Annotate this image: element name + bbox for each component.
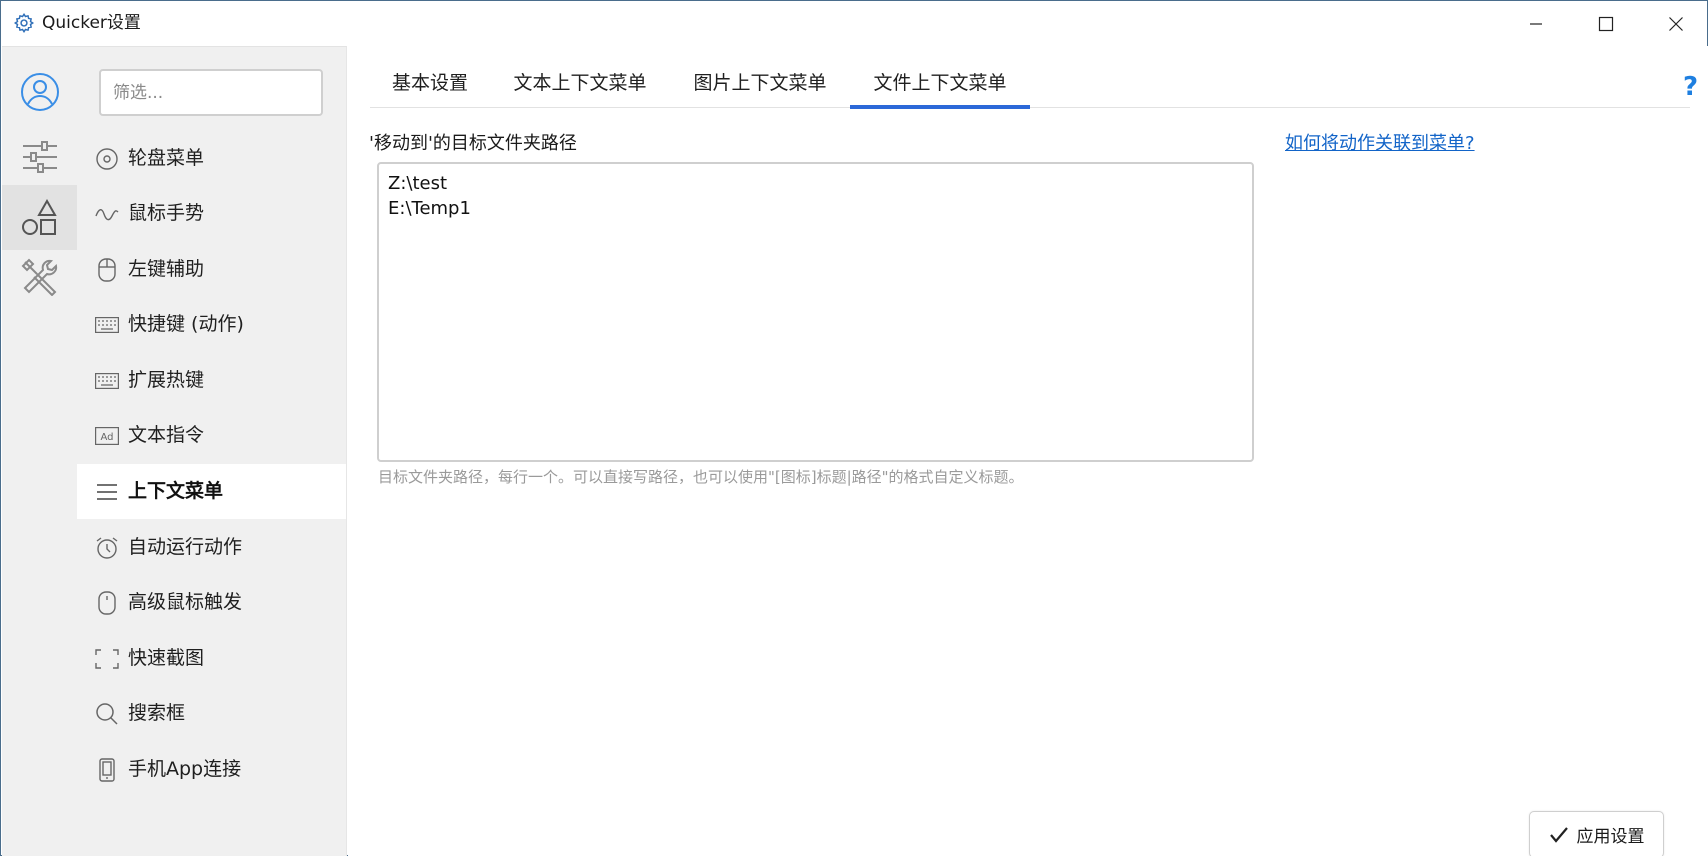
rail-account[interactable] (2, 59, 77, 124)
disc-icon (95, 147, 119, 171)
nav-item-advanced-mouse[interactable]: 高级鼠标触发 (77, 575, 346, 630)
apply-settings-label: 应用设置 (1576, 827, 1645, 847)
nav-item-label: 轮盘菜单 (128, 147, 205, 169)
nav-item-search-box[interactable]: 搜索框 (77, 686, 346, 741)
nav-item-hotkey-action[interactable]: 快捷键 (动作) (77, 297, 346, 352)
target-folder-paths-input[interactable] (377, 162, 1254, 462)
tab-text-context-menu[interactable]: 文本上下文菜单 (490, 54, 670, 108)
filter-input[interactable] (99, 69, 323, 116)
nav-item-text-command[interactable]: Ad 文本指令 (77, 408, 346, 463)
feature-nav: 轮盘菜单 鼠标手势 左键辅助 快捷键 (动作) 扩展热键 (77, 46, 347, 856)
main-content: 基本设置 文本上下文菜单 图片上下文菜单 文件上下文菜单 ? '移动到'的目标文… (348, 46, 1708, 856)
user-circle-icon (20, 72, 59, 111)
target-folder-hint: 目标文件夹路径，每行一个。可以直接写路径，也可以使用"[图标]标题|路径"的格式… (378, 468, 1024, 486)
screenshot-frame-icon (95, 647, 119, 671)
search-icon (95, 702, 119, 726)
check-icon (1549, 826, 1568, 843)
maximize-icon (1598, 16, 1614, 31)
rail-settings[interactable] (2, 124, 77, 189)
minimize-icon (1530, 22, 1542, 25)
close-icon (1669, 16, 1683, 31)
alarm-clock-icon (95, 536, 119, 560)
nav-item-label: 高级鼠标触发 (128, 591, 243, 613)
help-icon[interactable]: ? (1683, 72, 1698, 102)
nav-item-left-click-assist[interactable]: 左键辅助 (77, 242, 346, 297)
menu-lines-icon (95, 480, 119, 504)
mouse-icon (95, 591, 119, 615)
nav-item-label: 快捷键 (动作) (128, 313, 244, 335)
associate-action-help-link[interactable]: 如何将动作关联到菜单? (1285, 129, 1475, 155)
minimize-button[interactable] (1501, 1, 1571, 46)
tab-bar: 基本设置 文本上下文菜单 图片上下文菜单 文件上下文菜单 ? (370, 54, 1698, 109)
maximize-button[interactable] (1571, 1, 1641, 46)
nav-item-auto-run[interactable]: 自动运行动作 (77, 520, 346, 575)
tab-basic-settings[interactable]: 基本设置 (370, 54, 490, 108)
rail-tools[interactable] (2, 244, 77, 309)
nav-item-label: 鼠标手势 (128, 202, 205, 224)
apply-settings-button[interactable]: 应用设置 (1529, 811, 1664, 856)
nav-item-label: 扩展热键 (128, 369, 205, 391)
close-button[interactable] (1641, 1, 1708, 46)
tab-file-context-menu[interactable]: 文件上下文菜单 (850, 54, 1030, 109)
nav-item-phone-app[interactable]: 手机App连接 (77, 742, 346, 797)
nav-item-label: 自动运行动作 (128, 536, 243, 558)
nav-item-label: 快速截图 (128, 647, 205, 669)
shapes-icon (21, 198, 57, 235)
keyboard-icon (95, 369, 119, 393)
keyboard-icon (95, 313, 119, 337)
category-rail (2, 46, 77, 856)
nav-item-mouse-gesture[interactable]: 鼠标手势 (77, 186, 346, 241)
nav-item-context-menu[interactable]: 上下文菜单 (77, 464, 346, 519)
tools-icon (21, 258, 57, 296)
phone-icon (95, 758, 119, 782)
sliders-icon (22, 140, 57, 173)
nav-item-quick-screenshot[interactable]: 快速截图 (77, 631, 346, 686)
target-folder-label: '移动到'的目标文件夹路径 (369, 133, 577, 154)
nav-item-wheel-menu[interactable]: 轮盘菜单 (77, 131, 346, 186)
nav-item-label: 上下文菜单 (128, 480, 224, 502)
nav-item-label: 搜索框 (128, 702, 186, 724)
rail-features[interactable] (2, 185, 77, 250)
title-bar: Quicker设置 (1, 1, 1707, 46)
wave-icon (95, 202, 119, 226)
mouse-icon (95, 258, 119, 282)
gear-icon (13, 12, 35, 34)
svg-text:Ad: Ad (100, 432, 113, 443)
nav-item-label: 左键辅助 (128, 258, 205, 280)
settings-window: Quicker设置 筛选... 轮盘菜单 鼠标手势 左键辅助 快捷键 (动作) … (0, 0, 1708, 856)
nav-item-label: 手机App连接 (128, 758, 242, 780)
tab-image-context-menu[interactable]: 图片上下文菜单 (670, 54, 850, 108)
ad-icon: Ad (95, 424, 119, 448)
nav-item-extended-hotkey[interactable]: 扩展热键 (77, 353, 346, 408)
nav-item-label: 文本指令 (128, 424, 205, 446)
window-title: Quicker设置 (42, 13, 141, 33)
